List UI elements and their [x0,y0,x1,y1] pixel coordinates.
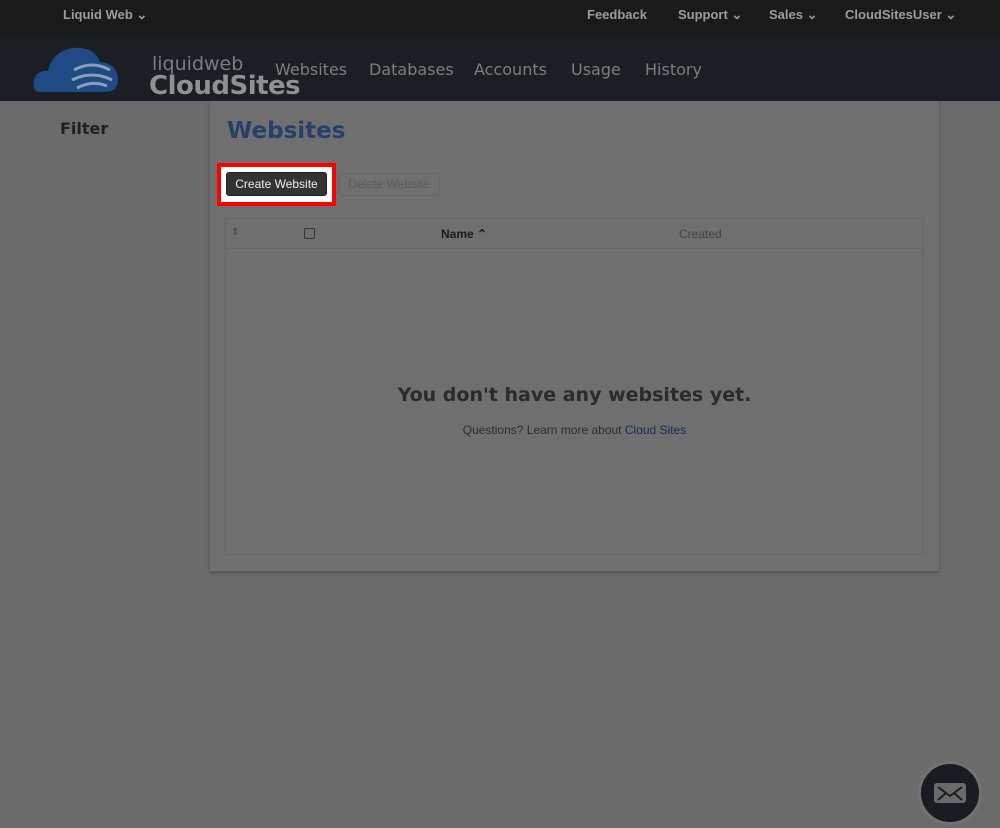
cloud-logo-icon [33,47,118,92]
sort-icon[interactable]: ⇕ [231,227,239,238]
envelope-icon [934,783,966,803]
nav-usage[interactable]: Usage [571,60,621,79]
create-website-button[interactable]: Create Website [226,172,327,196]
select-all-checkbox[interactable] [304,228,315,239]
nav-websites[interactable]: Websites [275,60,347,79]
empty-state-text: Questions? Learn more about Cloud Sites [226,423,923,437]
sales-menu[interactable]: Sales ⌄ [769,7,818,23]
empty-state-title: You don't have any websites yet. [397,384,752,406]
cloud-sites-link[interactable]: Cloud Sites [625,423,686,437]
liquid-web-menu[interactable]: Liquid Web ⌄ [63,7,147,23]
main-nav: liquidweb CloudSites Websites Databases … [0,35,1000,101]
nav-history[interactable]: History [645,60,702,79]
top-bar: Liquid Web ⌄ Feedback Support ⌄ Sales ⌄ … [0,0,1000,35]
filter-heading: Filter [60,119,109,138]
user-menu[interactable]: CloudSitesUser ⌄ [845,7,956,23]
empty-text: Questions? Learn more about [462,423,625,437]
feedback-link[interactable]: Feedback [587,7,647,22]
nav-databases[interactable]: Databases [369,60,454,79]
page-title: Websites [227,118,346,144]
delete-website-button[interactable]: Delete Website [338,173,440,196]
support-menu[interactable]: Support ⌄ [678,7,742,23]
table-header: ⇕ Name ⌃ Created [226,219,923,249]
column-name[interactable]: Name ⌃ [441,227,487,241]
websites-panel: Websites Create Website Delete Website ⇕… [210,101,939,571]
websites-table: ⇕ Name ⌃ Created You don't have any webs… [225,218,924,555]
nav-accounts[interactable]: Accounts [474,60,547,79]
contact-button[interactable] [918,761,982,825]
highlight-box: Create Website [217,163,336,206]
cloudsites-logo[interactable]: liquidweb CloudSites [32,40,301,103]
column-created[interactable]: Created [679,227,722,241]
